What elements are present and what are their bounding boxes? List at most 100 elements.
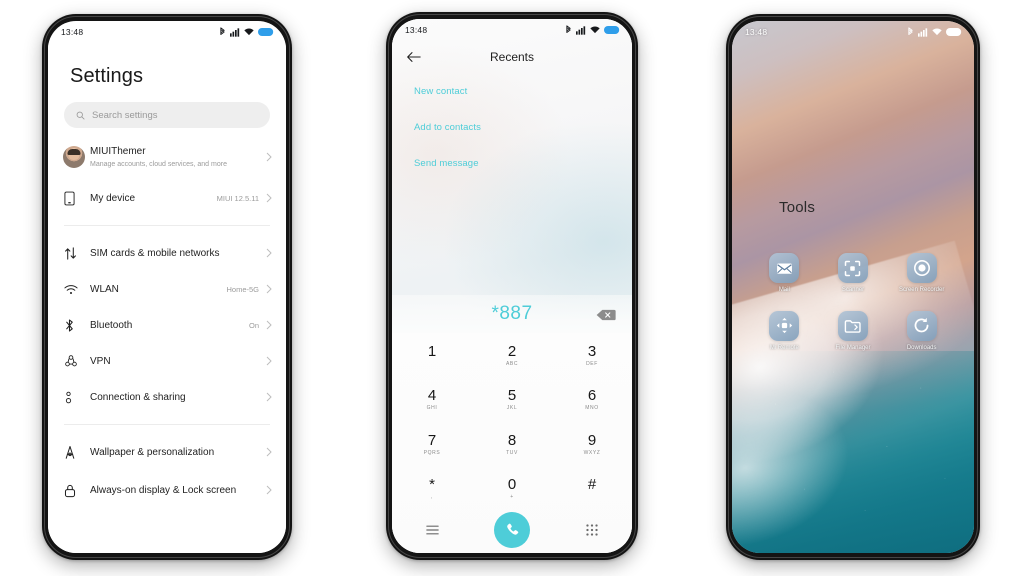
sidebar-item-label: Connection & sharing (90, 391, 186, 403)
key-letters: ABC (505, 360, 519, 367)
key-2[interactable]: 2 ABC (472, 333, 552, 378)
page-title: Recents (489, 50, 535, 64)
sidebar-item-wlan[interactable]: WLAN Home-5G (48, 271, 286, 307)
phone-dialer-device: 13:48 Recents New contact Add to contact… (386, 12, 638, 560)
sidebar-item-sim-cards[interactable]: SIM cards & mobile networks (48, 235, 286, 271)
device-version-value: MIUI 12.5.11 (216, 193, 259, 203)
key-9[interactable]: 9 WXYZ (552, 422, 632, 467)
phone-settings-device: 13:48 Settings Search settings MIUITheme… (42, 14, 292, 560)
key-0[interactable]: 0 + (472, 467, 552, 512)
status-bar: 13:48 (732, 21, 974, 43)
sidebar-item-label: WLAN (90, 283, 119, 295)
key-hash[interactable]: # (552, 467, 632, 512)
app-mail[interactable]: Mail (750, 253, 819, 295)
add-to-contacts-action[interactable]: Add to contacts (414, 121, 632, 134)
settings-screen: 13:48 Settings Search settings MIUITheme… (48, 21, 286, 553)
sidebar-item-bluetooth[interactable]: Bluetooth On (48, 307, 286, 343)
back-arrow-icon[interactable] (406, 51, 421, 63)
page-title: Settings (70, 65, 144, 87)
app-label: Screen Recorder (898, 287, 945, 293)
app-file-manager[interactable]: File Manager (819, 310, 888, 353)
key-digit: 4 (427, 387, 437, 405)
key-digit: 0 (507, 476, 517, 494)
status-icons (565, 25, 620, 35)
sidebar-item-account[interactable]: MIUIThemer Manage accounts, cloud servic… (48, 134, 286, 180)
sidebar-item-connection-sharing[interactable]: Connection & sharing (48, 379, 286, 415)
sidebar-item-label: VPN (90, 355, 111, 367)
phone-home-device: 13:48 Tools Mail Scanner Screen Recorder… (726, 14, 980, 560)
call-button[interactable] (472, 512, 552, 548)
key-7[interactable]: 7 PQRS (392, 422, 472, 467)
dialpad-row: 7 PQRS 8 TUV 9 WXYZ (392, 422, 632, 467)
dialer-header: Recents (392, 41, 632, 73)
key-letters: GHI (426, 405, 438, 412)
sidebar-item-my-device[interactable]: My device MIUI 12.5.11 (48, 180, 286, 216)
wlan-value: Home-5G (226, 284, 259, 294)
chevron-right-icon (266, 193, 272, 203)
signal-icon (230, 27, 240, 37)
search-input[interactable]: Search settings (64, 102, 270, 128)
chevron-right-icon (266, 447, 272, 457)
key-letters: , (431, 494, 433, 501)
key-digit: 6 (587, 387, 597, 405)
dialer-screen: 13:48 Recents New contact Add to contact… (392, 19, 632, 553)
wifi-icon (932, 28, 942, 36)
battery-icon (604, 26, 620, 34)
status-time: 13:48 (405, 25, 428, 35)
vpn-icon (64, 354, 90, 368)
new-contact-action[interactable]: New contact (414, 85, 632, 98)
backspace-icon[interactable] (596, 308, 616, 321)
sidebar-item-always-on-display[interactable]: Always-on display & Lock screen (48, 470, 286, 510)
menu-button[interactable] (392, 525, 472, 535)
chevron-right-icon (266, 356, 272, 366)
connection-sharing-icon (64, 390, 90, 405)
key-8[interactable]: 8 TUV (472, 422, 552, 467)
bluetooth-icon (566, 25, 571, 33)
settings-list: MIUIThemer Manage accounts, cloud servic… (48, 134, 286, 510)
lock-icon (64, 483, 90, 498)
app-label: Mail (778, 287, 790, 293)
bluetooth-icon (908, 27, 913, 35)
key-star[interactable]: *, (392, 467, 472, 512)
dialer-quick-actions: New contact Add to contacts Send message (392, 73, 632, 170)
sidebar-item-label: Always-on display & Lock screen (90, 484, 237, 496)
dialed-number: *887 (491, 303, 533, 324)
keypad-toggle-button[interactable] (552, 524, 632, 536)
key-5[interactable]: 5 JKL (472, 378, 552, 423)
send-message-action[interactable]: Send message (414, 157, 632, 170)
bluetooth-icon (64, 318, 90, 333)
app-label: File Manager (835, 344, 871, 351)
sidebar-item-vpn[interactable]: VPN (48, 343, 286, 379)
dialed-number-bar: *887 (392, 295, 632, 333)
key-digit: 2 (507, 342, 517, 360)
file-manager-icon (837, 310, 868, 341)
sidebar-item-wallpaper[interactable]: Wallpaper & personalization (48, 434, 286, 470)
key-3[interactable]: 3 DEF (552, 333, 632, 378)
phone-icon (64, 191, 90, 206)
key-letters: WXYZ (583, 449, 601, 456)
chevron-right-icon (266, 248, 272, 258)
chevron-right-icon (266, 392, 272, 402)
wifi-icon (64, 284, 90, 295)
dialpad-row: 4 GHI 5 JKL 6 MNO (392, 378, 632, 423)
chevron-right-icon (266, 152, 272, 162)
status-bar: 13:48 (48, 21, 286, 43)
bluetooth-icon (220, 27, 225, 35)
app-mi-remote[interactable]: Mi Remote (750, 310, 819, 353)
divider (64, 424, 270, 425)
key-4[interactable]: 4 GHI (392, 378, 472, 423)
key-1[interactable]: 1 (392, 333, 472, 378)
divider (64, 225, 270, 226)
app-screen-recorder[interactable]: Screen Recorder (887, 253, 956, 295)
sim-arrows-icon (64, 246, 90, 261)
account-name: MIUIThemer (90, 146, 146, 157)
sidebar-item-label: Wallpaper & personalization (90, 446, 215, 458)
wifi-icon (590, 26, 600, 34)
key-digit: 1 (427, 342, 437, 360)
app-scanner[interactable]: Scanner (819, 253, 888, 295)
app-grid: Mail Scanner Screen Recorder Mi Remote F… (732, 253, 974, 352)
app-downloads[interactable]: Downloads (887, 310, 956, 353)
key-6[interactable]: 6 MNO (552, 378, 632, 423)
hamburger-menu-icon (425, 525, 439, 535)
settings-body: Settings Search settings MIUIThemer Mana… (48, 43, 286, 553)
